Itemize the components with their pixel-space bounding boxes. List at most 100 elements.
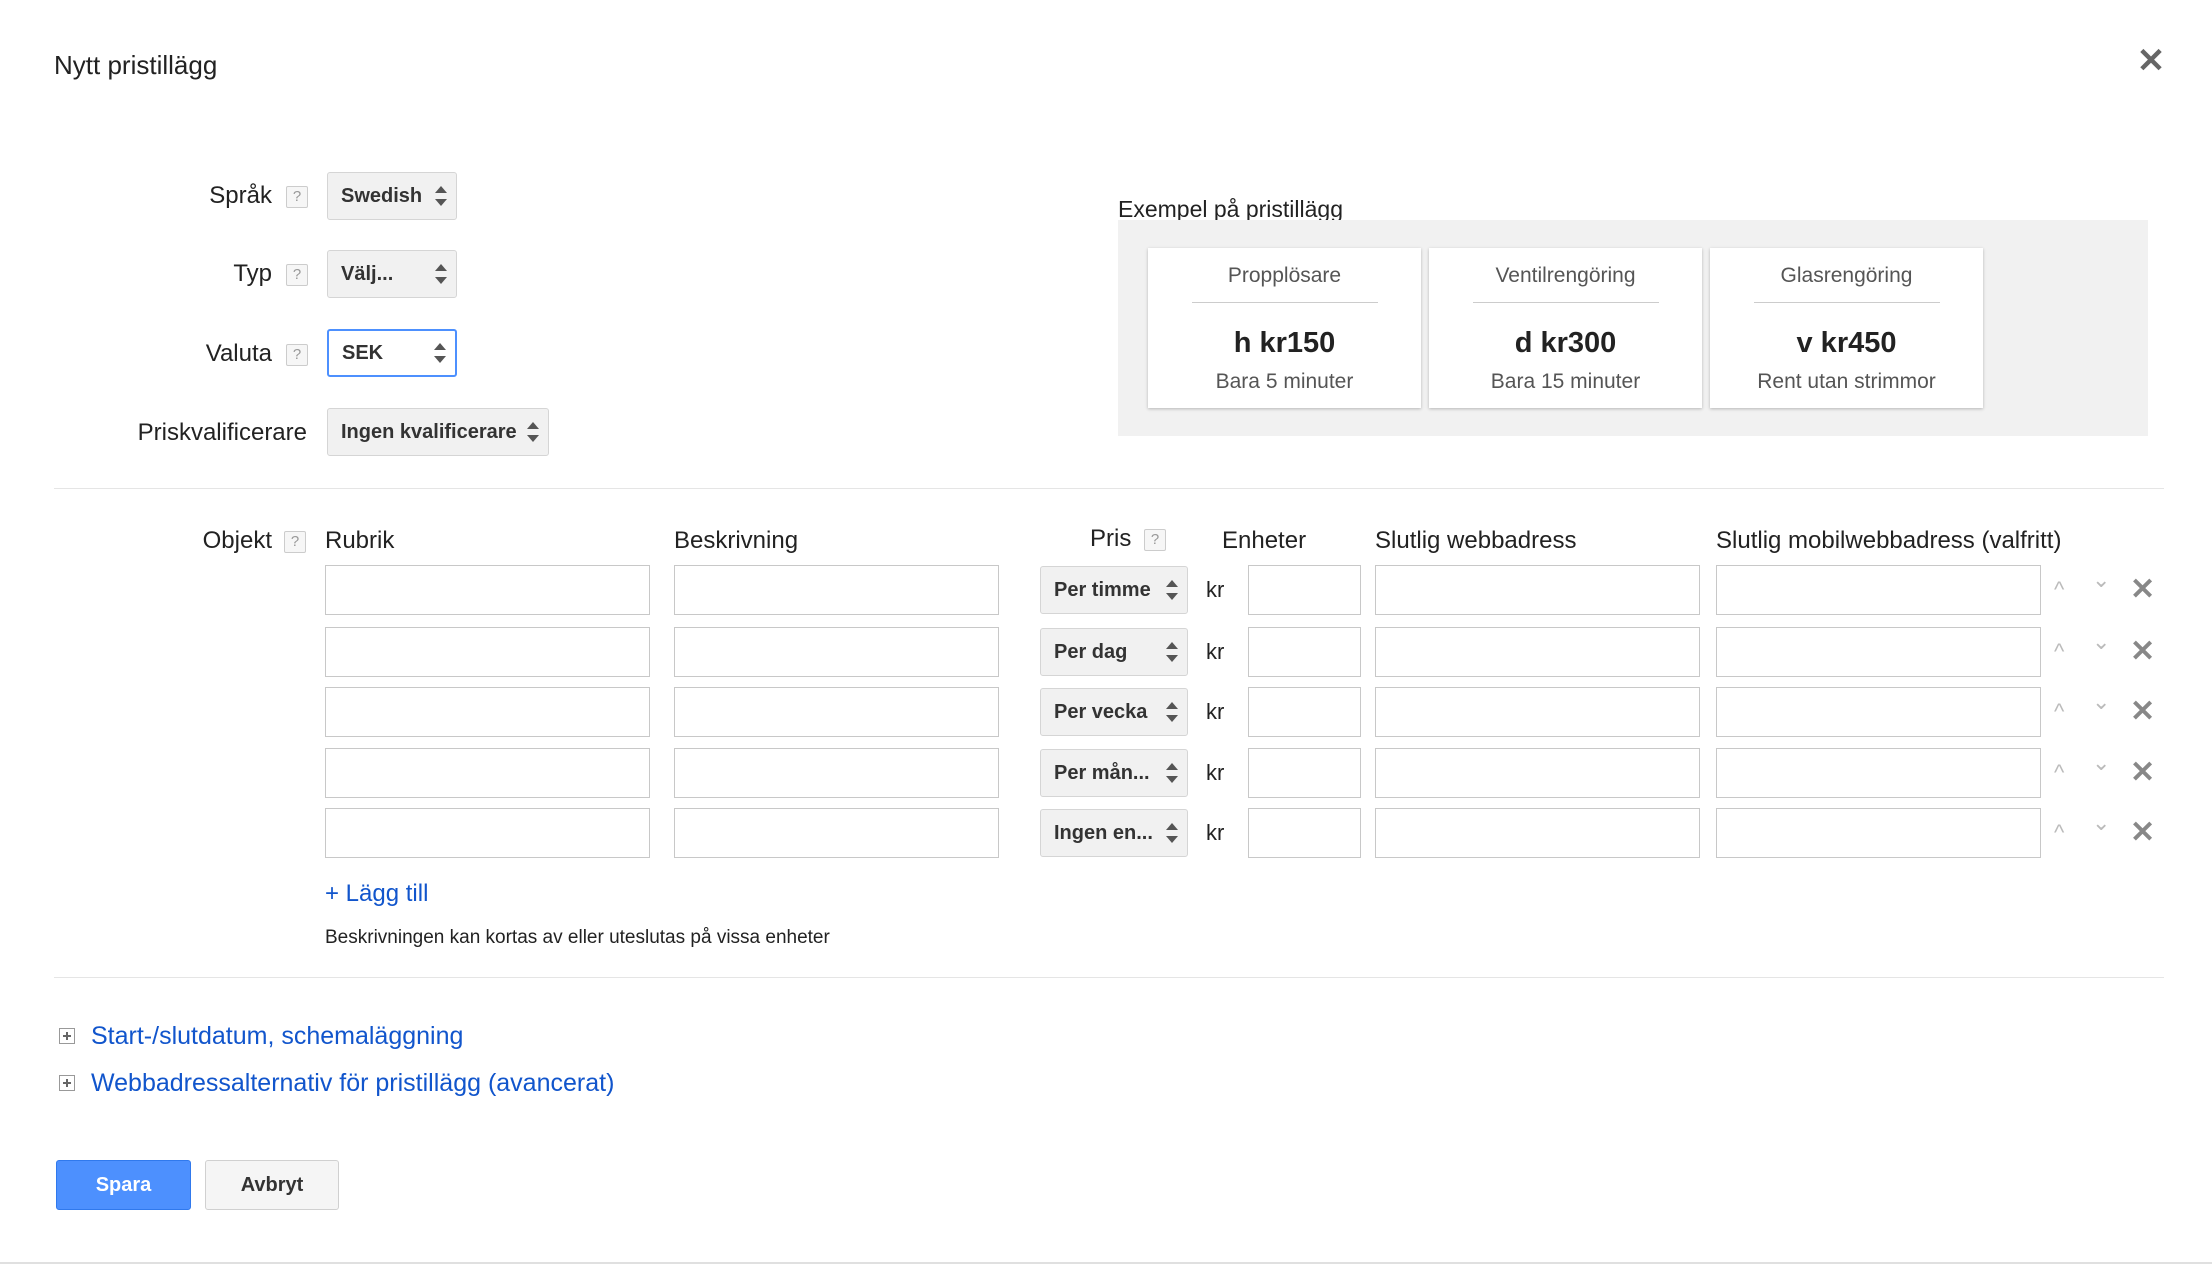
close-icon[interactable]: ✕ (2136, 44, 2166, 78)
description-input[interactable] (674, 687, 999, 737)
unit-select[interactable]: Per timme (1040, 566, 1188, 614)
unit-value: Per dag (1054, 641, 1128, 663)
unit-select[interactable]: Per mån... (1040, 749, 1188, 797)
description-input[interactable] (674, 565, 999, 615)
final-mobile-url-input[interactable] (1716, 565, 2041, 615)
items-help-icon[interactable]: ? (284, 531, 306, 553)
card-description: Rent utan strimmor (1757, 370, 1936, 393)
language-select[interactable]: Swedish (327, 172, 457, 220)
card-divider (1472, 302, 1659, 303)
currency-symbol: kr (1206, 639, 1225, 664)
price-help-icon[interactable]: ? (1144, 529, 1166, 551)
save-button[interactable]: Spara (56, 1160, 191, 1210)
col-heading: Rubrik (325, 527, 395, 554)
col-units: Enheter (1222, 527, 1307, 554)
price-input[interactable] (1248, 565, 1361, 615)
price-input[interactable] (1248, 748, 1361, 798)
col-description: Beskrivning (674, 527, 799, 554)
move-up-icon[interactable]: ^ (2054, 760, 2064, 786)
card-header: Propplösare (1227, 264, 1342, 287)
qualifier-value: Ingen kvalificerare (341, 421, 517, 443)
delete-row-icon[interactable]: ✕ (2130, 697, 2155, 727)
heading-input[interactable] (325, 565, 650, 615)
currency-label: Valuta (205, 340, 272, 367)
move-up-icon[interactable]: ^ (2054, 699, 2064, 725)
select-arrows-icon (1165, 579, 1179, 601)
card-price: d kr300 (1514, 327, 1617, 359)
currency-symbol: kr (1206, 577, 1225, 602)
qualifier-label: Priskvalificerare (137, 419, 307, 446)
url-options-section-link[interactable]: Webbadressalternativ för pristillägg (av… (91, 1069, 614, 1098)
card-description: Bara 5 minuter (1215, 370, 1354, 393)
move-down-icon[interactable]: ⌄ (2092, 629, 2110, 655)
heading-input[interactable] (325, 687, 650, 737)
move-down-icon[interactable]: ⌄ (2092, 810, 2110, 836)
description-input[interactable] (674, 627, 999, 677)
example-label: Exempel på pristillägg (1118, 196, 1344, 222)
currency-value: SEK (342, 342, 384, 364)
delete-row-icon[interactable]: ✕ (2130, 637, 2155, 667)
schedule-section-link[interactable]: Start-/slutdatum, schemaläggning (91, 1022, 463, 1051)
unit-value: Per mån... (1054, 762, 1150, 784)
select-arrows-icon (1165, 641, 1179, 663)
move-up-icon[interactable]: ^ (2054, 639, 2064, 665)
expand-schedule-icon[interactable] (59, 1028, 75, 1044)
card-header: Ventilrengöring (1495, 264, 1636, 287)
description-input[interactable] (674, 808, 999, 858)
final-url-input[interactable] (1375, 748, 1700, 798)
card-price: v kr450 (1796, 327, 1897, 359)
price-input[interactable] (1248, 808, 1361, 858)
unit-value: Per vecka (1054, 701, 1148, 723)
card-description: Bara 15 minuter (1490, 370, 1641, 393)
delete-row-icon[interactable]: ✕ (2130, 575, 2155, 605)
move-down-icon[interactable]: ⌄ (2092, 689, 2110, 715)
delete-row-icon[interactable]: ✕ (2130, 758, 2155, 788)
price-input[interactable] (1248, 687, 1361, 737)
move-up-icon[interactable]: ^ (2054, 820, 2064, 846)
divider (54, 977, 2164, 978)
final-mobile-url-input[interactable] (1716, 627, 2041, 677)
example-card: Propplösare h kr150 Bara 5 minuter (1148, 248, 1421, 408)
final-url-input[interactable] (1375, 627, 1700, 677)
final-url-input[interactable] (1375, 565, 1700, 615)
heading-input[interactable] (325, 627, 650, 677)
unit-select[interactable]: Per dag (1040, 628, 1188, 676)
language-help-icon[interactable]: ? (286, 186, 308, 208)
move-down-icon[interactable]: ⌄ (2092, 750, 2110, 776)
qualifier-select[interactable]: Ingen kvalificerare (327, 408, 549, 456)
expand-url-options-icon[interactable] (59, 1075, 75, 1091)
select-arrows-icon (526, 421, 540, 443)
type-help-icon[interactable]: ? (286, 264, 308, 286)
heading-input[interactable] (325, 808, 650, 858)
add-item-link[interactable]: + Lägg till (325, 880, 428, 908)
items-label: Objekt (202, 527, 272, 554)
type-select[interactable]: Välj... (327, 250, 457, 298)
description-input[interactable] (674, 748, 999, 798)
move-up-icon[interactable]: ^ (2054, 577, 2064, 603)
select-arrows-icon (434, 185, 448, 207)
type-value: Välj... (341, 263, 394, 285)
cancel-button[interactable]: Avbryt (205, 1160, 339, 1210)
final-mobile-url-input[interactable] (1716, 808, 2041, 858)
currency-select[interactable]: SEK (327, 329, 457, 377)
final-url-input[interactable] (1375, 808, 1700, 858)
col-price: Pris (1090, 525, 1132, 552)
price-input[interactable] (1248, 627, 1361, 677)
card-divider (1753, 302, 1940, 303)
final-mobile-url-input[interactable] (1716, 687, 2041, 737)
card-header: Glasrengöring (1780, 264, 1913, 287)
heading-input[interactable] (325, 748, 650, 798)
divider (54, 488, 2164, 489)
unit-value: Per timme (1054, 579, 1151, 601)
example-card: Ventilrengöring d kr300 Bara 15 minuter (1429, 248, 1702, 408)
move-down-icon[interactable]: ⌄ (2092, 567, 2110, 593)
final-mobile-url-input[interactable] (1716, 748, 2041, 798)
delete-row-icon[interactable]: ✕ (2130, 818, 2155, 848)
select-arrows-icon (434, 263, 448, 285)
final-url-input[interactable] (1375, 687, 1700, 737)
unit-select[interactable]: Per vecka (1040, 688, 1188, 736)
unit-select[interactable]: Ingen en... (1040, 809, 1188, 857)
select-arrows-icon (1165, 822, 1179, 844)
currency-help-icon[interactable]: ? (286, 344, 308, 366)
unit-value: Ingen en... (1054, 822, 1153, 844)
